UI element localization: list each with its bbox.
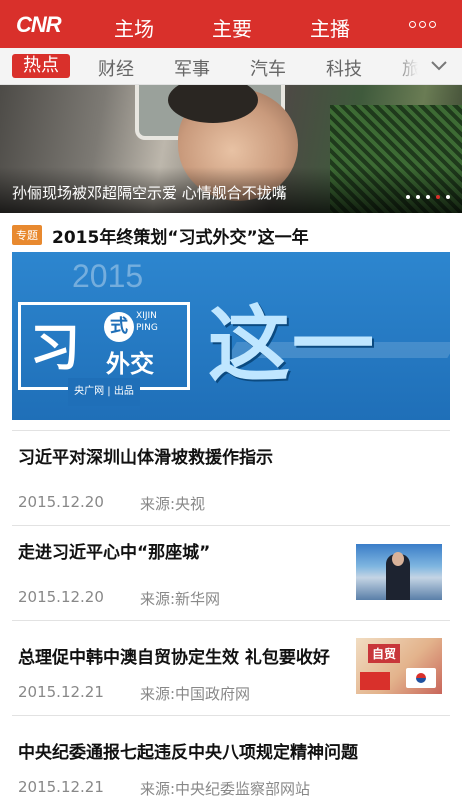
banner-year: 2015 (72, 258, 144, 294)
news-title[interactable]: 习近平对深圳山体滑坡救援作指示 (18, 443, 273, 468)
banner-pinyin-1: XIJIN (136, 311, 157, 321)
banner-producer: 央广网 | 出品 (68, 378, 140, 406)
cnr-logo[interactable]: CNR (16, 12, 62, 38)
news-thumbnail[interactable] (356, 544, 442, 600)
news-date: 2015.12.21 (18, 778, 104, 796)
chevron-down-icon (431, 61, 447, 71)
news-thumbnail[interactable]: 自贸 (356, 638, 442, 694)
news-source: 来源:新华网 (140, 590, 221, 608)
hero-caption[interactable]: 孙俪现场被邓超隔空示爱 心情舰合不拢嘴 (12, 182, 287, 203)
category-military[interactable]: 军事 (174, 55, 210, 81)
carousel-indicator (406, 195, 450, 199)
tab-zhubo[interactable]: 主播 (310, 13, 350, 42)
thumbnail-label: 自贸 (368, 644, 401, 663)
news-date: 2015.12.20 (18, 493, 104, 511)
news-source: 来源:央视 (140, 495, 206, 513)
news-item[interactable]: 中央纪委通报七起违反中央八项规定精神问题 2015.12.21 来源:中央纪委监… (12, 715, 450, 800)
news-item[interactable]: 走进习近平心中“那座城” 2015.12.20 来源:新华网 (12, 525, 450, 620)
carousel-dot[interactable] (416, 195, 420, 199)
category-tech[interactable]: 科技 (326, 55, 362, 81)
banner-seal: 式 (104, 312, 134, 342)
category-expand-button[interactable] (394, 48, 462, 84)
category-finance[interactable]: 财经 (98, 55, 134, 81)
tab-zhuchang[interactable]: 主场 (114, 13, 154, 42)
carousel-dot[interactable] (446, 195, 450, 199)
category-auto[interactable]: 汽车 (250, 55, 286, 81)
banner-subtitle: 外交 (106, 350, 154, 378)
carousel-dot[interactable] (406, 195, 410, 199)
carousel-dot-active[interactable] (436, 195, 440, 199)
feature-heading[interactable]: 专题 2015年终策划“习式外交”这一年 (12, 223, 309, 248)
hero-carousel[interactable]: 孙俪现场被邓超隔空示爱 心情舰合不拢嘴 (0, 85, 462, 213)
tab-zhuyao[interactable]: 主要 (198, 13, 266, 51)
carousel-dot[interactable] (426, 195, 430, 199)
news-source: 来源:中国政府网 (140, 685, 251, 703)
news-item[interactable]: 总理促中韩中澳自贸协定生效 礼包要收好 2015.12.21 来源:中国政府网 … (12, 620, 450, 715)
banner-pinyin: XIJIN PING (136, 310, 158, 334)
thumbnail-person (386, 552, 410, 600)
news-title[interactable]: 中央纪委通报七起违反中央八项规定精神问题 (18, 738, 358, 763)
banner-char-xi: 习 (30, 319, 80, 377)
news-source: 来源:中央纪委监察部网站 (140, 780, 311, 798)
news-date: 2015.12.21 (18, 683, 104, 701)
more-horizontal-icon[interactable] (409, 21, 436, 28)
flag-korea (406, 668, 436, 688)
feature-title[interactable]: 2015年终策划“习式外交”这一年 (52, 223, 309, 248)
category-hot[interactable]: 热点 (12, 54, 70, 78)
news-title[interactable]: 总理促中韩中澳自贸协定生效 礼包要收好 (18, 643, 330, 668)
feature-banner[interactable]: 2015 习 式 XIJIN PING 外交 央广网 | 出品 这一年 (12, 252, 450, 420)
banner-big-text: 这一年 (208, 298, 377, 420)
flag-china (360, 672, 390, 690)
news-date: 2015.12.20 (18, 588, 104, 606)
category-bar: 热点 财经 军事 汽车 科技 旅 (0, 48, 462, 85)
banner-pinyin-2: PING (136, 323, 158, 333)
topic-badge: 专题 (12, 225, 42, 245)
top-navigation-bar: CNR 主场 主要 主播 (0, 0, 462, 51)
news-title[interactable]: 走进习近平心中“那座城” (18, 538, 210, 563)
news-item[interactable]: 习近平对深圳山体滑坡救援作指示 2015.12.20 来源:央视 (12, 430, 450, 525)
